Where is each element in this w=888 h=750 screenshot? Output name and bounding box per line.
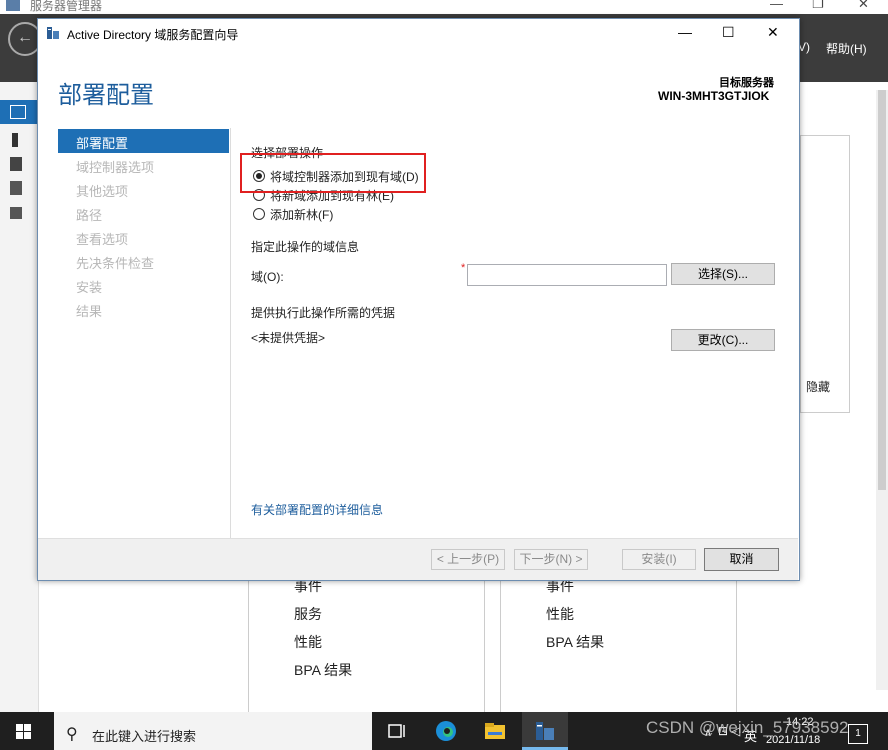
menu-help[interactable]: 帮助(H) (826, 40, 867, 57)
close-icon[interactable]: ✕ (858, 0, 869, 12)
select-domain-button[interactable]: 选择(S)... (671, 263, 775, 285)
server-card-1 (248, 578, 485, 719)
domain-info-label: 指定此操作的域信息 (251, 240, 360, 254)
credentials-label: 提供执行此操作所需的凭据 (251, 306, 396, 320)
hide-link[interactable]: 隐藏 (806, 378, 830, 395)
server-manager-app-icon (6, 0, 20, 11)
dashboard-icon (10, 105, 26, 119)
server-manager-icon[interactable] (531, 718, 559, 744)
edge-icon[interactable] (432, 718, 460, 744)
card1-services[interactable]: 服务 (294, 604, 322, 624)
next-button[interactable]: 下一步(N) > (514, 549, 588, 570)
more-info-link[interactable]: 有关部署配置的详细信息 (251, 501, 383, 518)
card2-performance[interactable]: 性能 (546, 604, 574, 624)
roles-tile (800, 135, 850, 413)
card2-bpa[interactable]: BPA 结果 (546, 632, 604, 652)
required-icon: * (461, 262, 466, 274)
ad-ds-icon[interactable] (10, 181, 22, 195)
change-credentials-button[interactable]: 更改(C)... (671, 329, 775, 351)
server-manager-titlebar (0, 0, 888, 14)
install-button[interactable]: 安装(I) (622, 549, 696, 570)
file-explorer-icon[interactable] (481, 718, 509, 744)
restore-icon[interactable]: ❐ (812, 0, 824, 12)
notification-icon[interactable]: 1 (848, 724, 868, 744)
target-server-label: 目标服务器 (719, 77, 774, 89)
card1-bpa[interactable]: BPA 结果 (294, 660, 352, 680)
step-additional-options: 其他选项 (76, 184, 129, 199)
card1-performance[interactable]: 性能 (294, 632, 322, 652)
cancel-button[interactable]: 取消 (704, 548, 779, 571)
credentials-value: <未提供凭据> (251, 331, 326, 345)
radio-add-new-forest-label[interactable]: 添加新林(F) (270, 206, 333, 223)
wizard-title: Active Directory 域服务配置向导 (67, 28, 239, 42)
domain-field-label: 域(O): (251, 270, 284, 284)
start-button[interactable] (0, 712, 46, 750)
wizard-app-icon (46, 26, 60, 40)
page-title: 部署配置 (58, 82, 154, 109)
server-manager-sidebar (0, 82, 39, 712)
wizard-maximize-icon[interactable]: ☐ (722, 24, 735, 41)
wizard-close-icon[interactable]: ✕ (767, 24, 779, 41)
step-dc-options: 域控制器选项 (76, 160, 155, 175)
wizard-minimize-icon[interactable]: — (678, 24, 692, 40)
file-services-icon[interactable] (10, 207, 22, 219)
local-server-icon[interactable] (12, 133, 18, 147)
all-servers-icon[interactable] (10, 157, 22, 171)
minimize-icon[interactable]: — (770, 0, 783, 11)
server-manager-title: 服务器管理器 (30, 0, 103, 13)
step-paths: 路径 (76, 208, 103, 223)
step-install: 安装 (76, 280, 103, 295)
server-card-2 (500, 578, 737, 719)
step-review-options: 查看选项 (76, 232, 129, 247)
radio-add-new-forest[interactable] (253, 208, 265, 220)
highlight-annotation-box (240, 153, 426, 193)
watermark: CSDN @weixin_57938592 (646, 718, 849, 737)
back-button[interactable]: < 上一步(P) (431, 549, 505, 570)
target-server-name: WIN-3MHT3GTJIOK (658, 89, 770, 103)
domain-input[interactable] (467, 264, 667, 286)
taskbar-search-placeholder[interactable]: 在此键入进行搜索 (92, 726, 196, 745)
step-results: 结果 (76, 304, 103, 319)
search-icon: ⚲ (66, 726, 78, 743)
scrollbar-thumb[interactable] (878, 90, 886, 490)
step-prerequisites: 先决条件检查 (76, 256, 155, 271)
step-deployment-config[interactable]: 部署配置 (76, 133, 128, 152)
task-view-icon[interactable] (383, 718, 411, 744)
wizard-step-nav (38, 128, 231, 538)
